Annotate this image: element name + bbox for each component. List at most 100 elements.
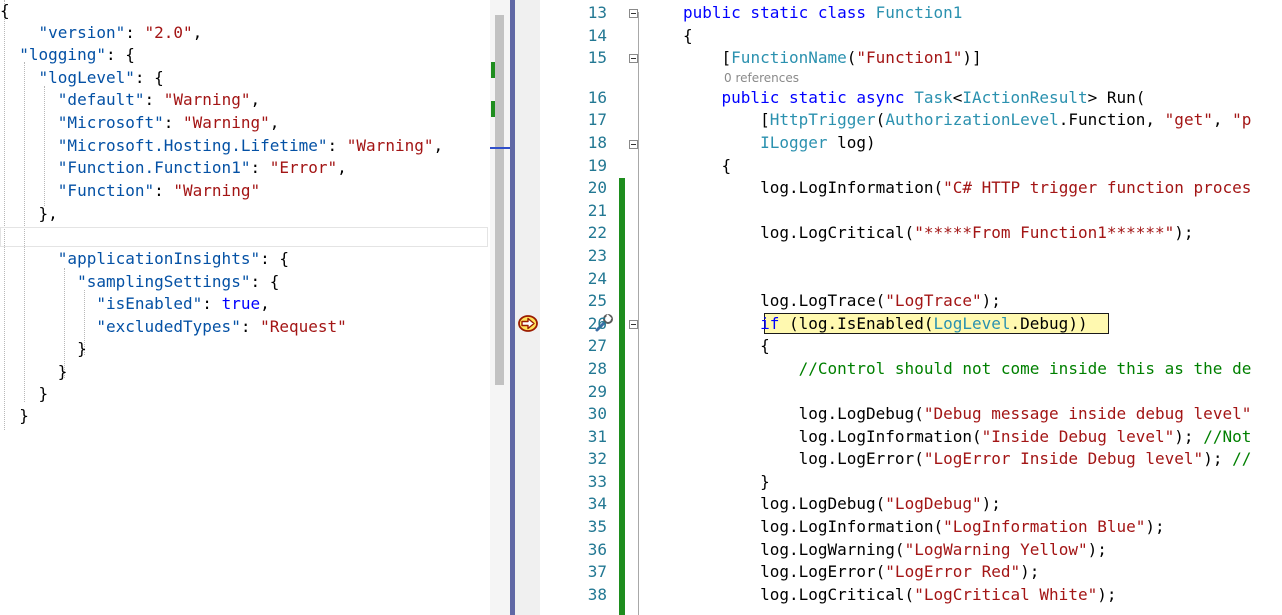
json-line[interactable]: "logLevel": { — [0, 67, 164, 89]
glyph-margin[interactable] — [515, 0, 540, 615]
code-line[interactable]: log.LogTrace("LogTrace"); — [683, 290, 1001, 312]
code-line[interactable]: log.LogCritical("*****From Function1****… — [683, 222, 1193, 244]
code-token: log.LogCritical( — [683, 585, 915, 604]
json-line[interactable]: } — [0, 361, 68, 383]
code-line[interactable]: { — [683, 25, 693, 47]
code-line[interactable]: log.LogDebug("Debug message inside debug… — [683, 403, 1252, 425]
line-number: 15 — [587, 48, 607, 67]
json-line[interactable]: "isEnabled": true, — [0, 293, 270, 315]
code-line[interactable]: log.LogInformation("LogInformation Blue"… — [683, 516, 1165, 538]
json-token: "Function" — [57, 181, 155, 200]
code-line[interactable]: log.LogError("LogError Inside Debug leve… — [683, 448, 1252, 470]
json-line[interactable]: "Microsoft.Hosting.Lifetime": "Warning", — [0, 135, 443, 157]
code-line[interactable]: public static async Task<IActionResult> … — [683, 87, 1146, 109]
json-line[interactable]: }, — [0, 203, 58, 225]
change-marker — [491, 62, 495, 78]
code-token: log.LogTrace( — [683, 291, 886, 310]
code-token: ); — [1097, 585, 1117, 604]
csharp-editor[interactable]: 0 references public static class Functio… — [515, 0, 1282, 615]
json-line[interactable]: "default": "Warning", — [0, 89, 260, 111]
code-token: log.LogInformation( — [683, 178, 944, 197]
code-token: ); — [981, 494, 1001, 513]
json-token: , — [337, 158, 347, 177]
code-token: // — [1232, 449, 1252, 468]
code-line[interactable]: log.LogWarning("LogWarning Yellow"); — [683, 539, 1107, 561]
code-token: log.LogError( — [683, 449, 924, 468]
json-editor[interactable]: { "version": "2.0", "logging": { "logLev… — [0, 0, 490, 615]
code-token: log) — [827, 133, 876, 152]
json-line[interactable]: "logging": { — [0, 44, 135, 66]
collapse-attribute-toggle[interactable] — [629, 54, 638, 63]
code-token: < — [952, 88, 963, 107]
code-line[interactable]: log.LogDebug("LogDebug"); — [683, 493, 1001, 515]
code-line[interactable]: //Control should not come inside this as… — [683, 358, 1252, 380]
code-token: "get" — [1164, 110, 1213, 129]
json-line[interactable]: "Function.Function1": "Error", — [0, 157, 347, 179]
code-token: AuthorizationLevel — [885, 110, 1059, 129]
json-line[interactable]: } — [0, 383, 49, 405]
collapse-method-toggle[interactable] — [629, 140, 638, 149]
json-line[interactable]: } — [0, 338, 87, 360]
json-vertical-scrollbar[interactable] — [490, 0, 510, 615]
json-token: "logLevel" — [38, 68, 135, 87]
code-line[interactable]: if (log.IsEnabled(LogLevel.Debug)) — [683, 313, 1088, 335]
code-token: HttpTrigger — [769, 110, 876, 129]
code-line[interactable]: log.LogError("LogError Red"); — [683, 561, 1039, 583]
code-token: log.LogDebug( — [683, 404, 924, 423]
json-line[interactable]: { — [0, 0, 10, 22]
json-line[interactable]: "version": "2.0", — [0, 22, 203, 44]
json-token: "Function.Function1" — [57, 158, 251, 177]
code-line[interactable]: ILogger log) — [683, 132, 876, 154]
json-token: "logging" — [19, 45, 106, 64]
json-token: : — [154, 181, 174, 200]
json-line[interactable]: "samplingSettings": { — [0, 271, 279, 293]
line-number: 28 — [587, 359, 607, 378]
code-line[interactable]: { — [683, 155, 732, 177]
json-line[interactable]: "excludedTypes": "Request" — [0, 316, 346, 338]
json-line[interactable]: "Function": "Warning" — [0, 180, 260, 202]
json-token: : — [240, 317, 261, 336]
code-token: } — [683, 472, 770, 491]
json-token: , — [269, 113, 280, 132]
json-token: "Warning" — [173, 181, 261, 200]
code-token: { — [683, 26, 693, 45]
collapse-if-block-toggle[interactable] — [629, 320, 638, 329]
code-token: )] — [962, 48, 982, 67]
current-statement-arrow-icon — [518, 315, 538, 332]
code-line[interactable]: [HttpTrigger(AuthorizationLevel.Function… — [683, 109, 1251, 131]
code-token: ); — [1145, 517, 1165, 536]
json-token: "applicationInsights" — [57, 249, 261, 268]
json-line[interactable]: } — [0, 405, 29, 427]
collapse-class-toggle[interactable] — [629, 9, 638, 18]
json-token: "version" — [38, 23, 126, 42]
json-token: "Microsoft" — [57, 113, 164, 132]
json-token: } — [0, 362, 68, 381]
code-line[interactable]: log.LogCritical("LogCritical White"); — [683, 584, 1116, 606]
code-line[interactable]: public static class Function1 — [683, 2, 962, 24]
code-token: , — [1212, 110, 1233, 129]
code-token: log.LogDebug( — [683, 494, 886, 513]
line-number: 21 — [587, 201, 607, 220]
json-scrollbar-thumb[interactable] — [495, 15, 504, 385]
json-line[interactable]: "applicationInsights": { — [0, 248, 289, 270]
code-line[interactable]: log.LogInformation("C# HTTP trigger func… — [683, 177, 1251, 199]
json-token: , — [250, 90, 261, 109]
code-line[interactable]: } — [683, 471, 770, 493]
code-token: "LogCritical White" — [914, 585, 1098, 604]
code-line[interactable]: { — [683, 335, 770, 357]
code-token: log.LogCritical( — [683, 223, 915, 242]
code-line[interactable]: log.LogInformation("Inside Debug level")… — [683, 426, 1252, 448]
code-token: "Debug message inside debug level" — [923, 404, 1252, 423]
codelens-references[interactable]: 0 references — [724, 71, 799, 85]
json-line[interactable]: "Microsoft": "Warning", — [0, 112, 280, 134]
json-token: , — [260, 294, 270, 313]
code-token: ILogger — [760, 133, 828, 152]
json-token: } — [0, 339, 87, 358]
code-line[interactable]: [FunctionName("Function1")] — [683, 47, 982, 69]
